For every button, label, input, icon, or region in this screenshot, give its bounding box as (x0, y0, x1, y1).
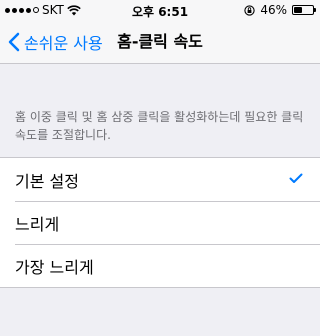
option-label: 기본 설정 (15, 171, 79, 191)
option-label: 느리게 (15, 214, 60, 234)
status-right: 46% (244, 3, 316, 17)
navigation-bar: 손쉬운 사용 홈-클릭 속도 (0, 20, 320, 64)
option-row-default[interactable]: 기본 설정 (0, 158, 320, 201)
back-button[interactable]: 손쉬운 사용 (8, 20, 103, 64)
option-row-slowest[interactable]: 가장 느리게 (0, 244, 320, 287)
rotation-lock-icon (244, 4, 255, 16)
option-row-slow[interactable]: 느리게 (0, 201, 320, 244)
battery-fill (294, 7, 302, 13)
section-description: 홈 이중 클릭 및 홈 삼중 클릭을 활성화하는데 필요한 클릭 속도를 조절합… (15, 110, 304, 142)
back-button-label: 손쉬운 사용 (24, 34, 103, 53)
battery-icon (292, 5, 316, 15)
option-label: 가장 느리게 (15, 257, 94, 277)
chevron-left-icon (8, 32, 20, 52)
checkmark-icon (289, 173, 303, 183)
battery-percentage: 46% (260, 3, 287, 17)
status-bar: SKT 오후 6:51 46% (0, 0, 320, 20)
click-speed-options: 기본 설정 느리게 가장 느리게 (0, 157, 320, 288)
